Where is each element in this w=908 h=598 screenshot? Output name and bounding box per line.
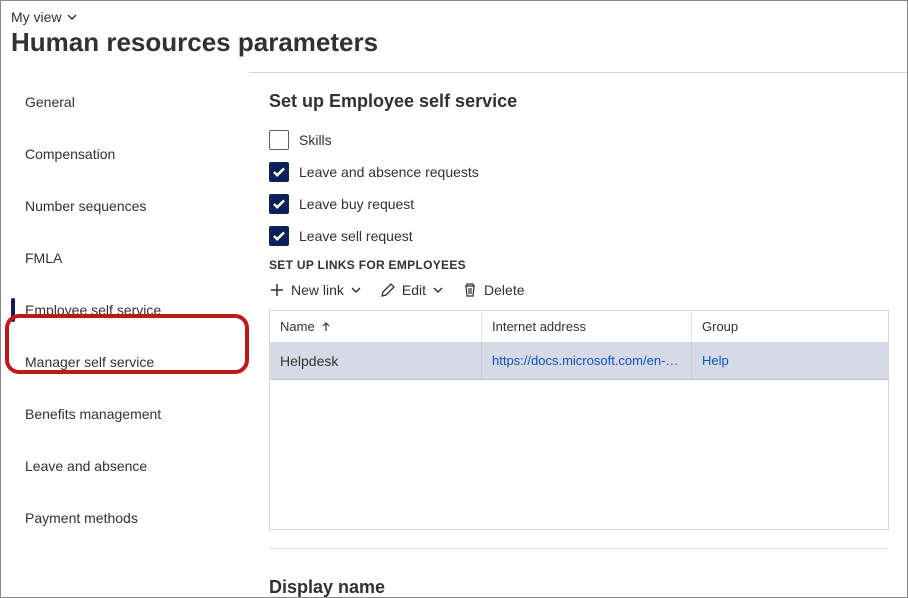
main-content: Set up Employee self service Skills Leav… bbox=[249, 72, 907, 598]
sidebar-item-manager-self-service[interactable]: Manager self service bbox=[1, 336, 249, 388]
column-name-label: Name bbox=[280, 319, 315, 334]
chevron-down-icon bbox=[432, 284, 444, 296]
checkbox-row-leave-absence: Leave and absence requests bbox=[269, 162, 887, 182]
page-title: Human resources parameters bbox=[11, 27, 897, 58]
column-header-group[interactable]: Group bbox=[692, 311, 888, 342]
view-dropdown-label: My view bbox=[11, 9, 62, 25]
sidebar-item-label: Leave and absence bbox=[25, 458, 147, 474]
delete-button[interactable]: Delete bbox=[462, 282, 524, 298]
checkbox-row-leave-sell: Leave sell request bbox=[269, 226, 887, 246]
sidebar-item-number-sequences[interactable]: Number sequences bbox=[1, 180, 249, 232]
sidebar-item-label: FMLA bbox=[25, 250, 62, 266]
column-header-url[interactable]: Internet address bbox=[482, 311, 692, 342]
sort-asc-icon bbox=[321, 322, 331, 332]
sidebar-item-payment-methods[interactable]: Payment methods bbox=[1, 492, 249, 544]
edit-button[interactable]: Edit bbox=[380, 282, 444, 298]
view-dropdown[interactable]: My view bbox=[11, 9, 78, 25]
sidebar-item-compensation[interactable]: Compensation bbox=[1, 128, 249, 180]
cell-group[interactable]: Help bbox=[692, 343, 888, 379]
cell-url[interactable]: https://docs.microsoft.com/en-u... bbox=[482, 343, 692, 379]
new-link-label: New link bbox=[291, 282, 344, 298]
edit-label: Edit bbox=[402, 282, 426, 298]
table-row[interactable]: Helpdesk https://docs.microsoft.com/en-u… bbox=[270, 343, 888, 380]
sidebar: General Compensation Number sequences FM… bbox=[1, 64, 249, 598]
sidebar-item-employee-self-service[interactable]: Employee self service bbox=[1, 284, 249, 336]
sidebar-item-label: Compensation bbox=[25, 146, 115, 162]
column-url-label: Internet address bbox=[492, 319, 586, 334]
links-table: Name Internet address Group Helpdesk htt… bbox=[269, 310, 889, 530]
sidebar-item-label: General bbox=[25, 94, 75, 110]
checkbox-label: Skills bbox=[299, 132, 332, 148]
sidebar-item-leave-and-absence[interactable]: Leave and absence bbox=[1, 440, 249, 492]
checkbox-row-skills: Skills bbox=[269, 130, 887, 150]
table-header: Name Internet address Group bbox=[270, 311, 888, 343]
cell-name: Helpdesk bbox=[270, 343, 482, 379]
sidebar-item-label: Employee self service bbox=[25, 302, 161, 318]
checkbox-label: Leave and absence requests bbox=[299, 164, 479, 180]
links-toolbar: New link Edit Delete bbox=[269, 282, 887, 298]
checkbox-row-leave-buy: Leave buy request bbox=[269, 194, 887, 214]
checkbox-skills[interactable] bbox=[269, 130, 289, 150]
sidebar-item-label: Payment methods bbox=[25, 510, 138, 526]
sidebar-item-benefits-management[interactable]: Benefits management bbox=[1, 388, 249, 440]
column-header-name[interactable]: Name bbox=[270, 311, 482, 342]
plus-icon bbox=[269, 282, 285, 298]
sidebar-item-label: Manager self service bbox=[25, 354, 154, 370]
divider bbox=[269, 548, 887, 549]
display-name-title: Display name bbox=[269, 577, 887, 598]
checkbox-label: Leave sell request bbox=[299, 228, 413, 244]
delete-label: Delete bbox=[484, 282, 524, 298]
links-caption: SET UP LINKS FOR EMPLOYEES bbox=[269, 258, 887, 272]
pencil-icon bbox=[380, 282, 396, 298]
trash-icon bbox=[462, 282, 478, 298]
section-title: Set up Employee self service bbox=[269, 91, 887, 112]
chevron-down-icon bbox=[350, 284, 362, 296]
column-group-label: Group bbox=[702, 319, 738, 334]
sidebar-item-label: Benefits management bbox=[25, 406, 161, 422]
checkbox-leave-sell-request[interactable] bbox=[269, 226, 289, 246]
sidebar-item-fmla[interactable]: FMLA bbox=[1, 232, 249, 284]
checkbox-label: Leave buy request bbox=[299, 196, 414, 212]
checkbox-leave-buy-request[interactable] bbox=[269, 194, 289, 214]
checkbox-leave-absence-requests[interactable] bbox=[269, 162, 289, 182]
chevron-down-icon bbox=[66, 11, 78, 23]
new-link-button[interactable]: New link bbox=[269, 282, 362, 298]
sidebar-item-general[interactable]: General bbox=[1, 76, 249, 128]
sidebar-item-label: Number sequences bbox=[25, 198, 146, 214]
